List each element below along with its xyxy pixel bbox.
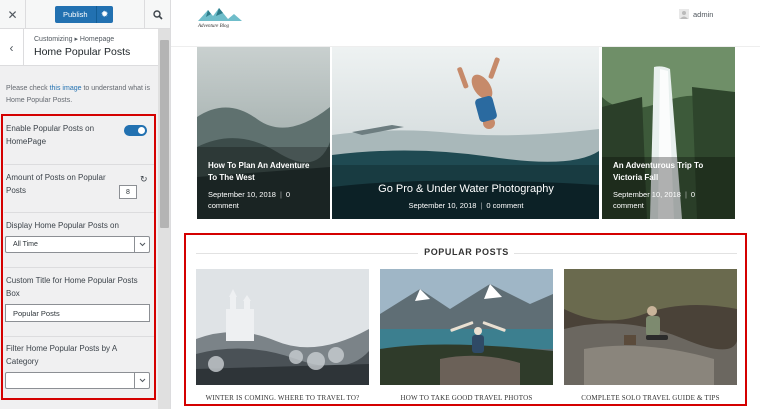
custom-title-input[interactable]: Popular Posts: [5, 304, 150, 322]
slide-caption: Go Pro & Under Water Photography Septemb…: [332, 182, 599, 219]
popular-post-title[interactable]: HOW TO TAKE GOOD TRAVEL PHOTOS: [380, 394, 553, 402]
filter-category-select[interactable]: [5, 372, 150, 389]
slide-meta: September 10, 2018 | 0 comment: [208, 190, 291, 210]
slide-comments[interactable]: 0 comment: [486, 201, 523, 210]
divider: [4, 267, 154, 268]
chevron-down-icon: [134, 373, 149, 388]
chevron-left-icon: ‹: [9, 40, 14, 55]
display-label: Display Home Popular Posts on: [6, 221, 119, 230]
section-title: Home Popular Posts: [34, 46, 131, 58]
chevron-down-icon: [134, 237, 149, 252]
user-menu[interactable]: admin: [679, 9, 713, 19]
slide-title[interactable]: How To Plan An Adventure To The West: [208, 160, 320, 184]
post-image-solo-traveler: [564, 269, 737, 385]
enable-popular-label: Enable Popular Posts on HomePage: [6, 124, 95, 146]
gear-icon[interactable]: ✹: [96, 6, 113, 23]
slider-item[interactable]: How To Plan An Adventure To The West Sep…: [197, 47, 330, 219]
slide-title[interactable]: An Adventurous Trip To Victoria Fall: [613, 160, 725, 184]
slide-date: September 10, 2018: [408, 201, 477, 210]
display-select[interactable]: All Time: [5, 236, 150, 253]
slide-date: September 10, 2018: [208, 190, 276, 199]
popular-posts-heading: POPULAR POSTS: [196, 246, 737, 260]
filter-label: Filter Home Popular Posts by A Category: [6, 344, 117, 366]
site-logo[interactable]: Adventure Blog: [196, 5, 254, 29]
search-button[interactable]: [144, 0, 170, 29]
slide-meta: September 10, 2018 | 0 comment: [613, 190, 696, 210]
scrollbar-thumb[interactable]: [160, 40, 169, 228]
slide-caption: How To Plan An Adventure To The West Sep…: [197, 160, 330, 219]
popular-posts-title: POPULAR POSTS: [424, 247, 509, 257]
divider: [4, 164, 154, 165]
popular-post-image[interactable]: [380, 269, 553, 385]
amount-input[interactable]: 8: [119, 185, 137, 199]
avatar-icon: [679, 9, 689, 19]
popular-post-image[interactable]: [564, 269, 737, 385]
slide-caption: An Adventurous Trip To Victoria Fall Sep…: [602, 160, 735, 219]
breadcrumb: Customizing ▸ Homepage: [34, 36, 115, 43]
slide-meta: September 10, 2018 | 0 comment: [408, 201, 524, 210]
customizer-sidebar: ✕ Publish ✹ ‹ Customizing ▸ Homepage Hom…: [0, 0, 171, 409]
post-image-mountain-lake: [380, 269, 553, 385]
popular-post-title[interactable]: COMPLETE SOLO TRAVEL GUIDE & TIPS: [564, 394, 737, 402]
slide-title[interactable]: Go Pro & Under Water Photography: [343, 182, 589, 196]
svg-text:Adventure Blog: Adventure Blog: [197, 24, 230, 29]
help-text: Please check this image to understand wh…: [6, 83, 154, 107]
display-select-value: All Time: [13, 241, 38, 248]
back-button[interactable]: ‹: [0, 29, 24, 66]
publish-button[interactable]: Publish ✹: [55, 6, 113, 23]
enable-popular-toggle[interactable]: [124, 125, 147, 136]
popular-post-image[interactable]: [196, 269, 369, 385]
popular-post-title[interactable]: WINTER IS COMING. WHERE TO TRAVEL TO?: [196, 394, 369, 402]
divider: [4, 336, 154, 337]
title-label: Custom Title for Home Popular Posts Box: [6, 276, 138, 298]
help-image-link[interactable]: this image: [50, 85, 82, 92]
divider: [4, 212, 154, 213]
close-icon: ✕: [7, 7, 18, 22]
close-customizer-button[interactable]: ✕: [0, 0, 26, 29]
slide-date: September 10, 2018: [613, 190, 681, 199]
section-header: ‹ Customizing ▸ Homepage Home Popular Po…: [0, 29, 158, 66]
post-image-winter-castle: [196, 269, 369, 385]
slider-item[interactable]: Go Pro & Under Water Photography Septemb…: [332, 47, 599, 219]
help-text-start: Please check: [6, 85, 50, 92]
reset-icon[interactable]: ↻: [140, 174, 148, 185]
search-icon: [153, 9, 163, 20]
user-name[interactable]: admin: [693, 10, 713, 19]
publish-label[interactable]: Publish: [55, 6, 97, 23]
amount-label: Amount of Posts on Popular Posts: [6, 173, 106, 195]
customizer-topbar: ✕ Publish ✹: [0, 0, 170, 29]
slider-item[interactable]: An Adventurous Trip To Victoria Fall Sep…: [602, 47, 735, 219]
